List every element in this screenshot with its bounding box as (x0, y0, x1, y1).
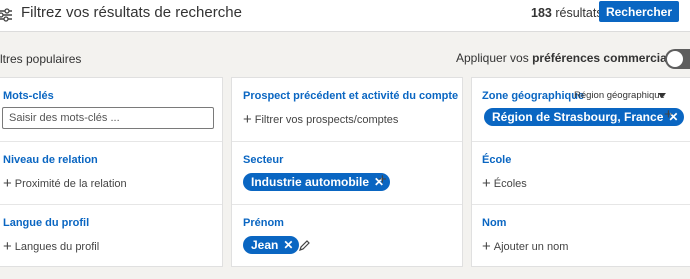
add-school[interactable]: + Écoles (482, 175, 527, 192)
filter-last-name: Nom + Ajouter un nom (472, 204, 690, 268)
filter-column-2: Prospect précédent et activité du compte… (231, 77, 463, 267)
results-label: résultats (555, 6, 603, 20)
first-name-chip[interactable]: Jean ✕ (243, 236, 300, 254)
add-last-name[interactable]: + Ajouter un nom (482, 238, 569, 255)
geography-type-dropdown[interactable]: Région géographique (574, 90, 665, 101)
caret-down-icon[interactable] (658, 93, 666, 98)
filter-title-last-name: Nom (482, 217, 507, 229)
filter-industry: Secteur Industrie automobile ✕ + (232, 141, 462, 204)
results-number: 183 (531, 6, 552, 20)
filter-sliders-icon (0, 8, 12, 22)
filter-geography: Zone géographique Région géographique Ré… (472, 78, 690, 141)
filter-title-school: École (482, 154, 512, 166)
add-relation-label: Proximité de la relation (14, 178, 127, 190)
geography-chip[interactable]: Région de Strasbourg, France ✕ (484, 108, 685, 126)
filter-header: Filtrez vos résultats de recherche 183 r… (0, 0, 690, 32)
industry-chip[interactable]: Industrie automobile ✕ (243, 173, 391, 191)
add-lead-filter[interactable]: + Filtrer vos prospects/comptes (243, 111, 399, 128)
filter-title-industry: Secteur (243, 154, 284, 166)
add-lead-filter-label: Filtrer vos prospects/comptes (254, 114, 399, 126)
filter-first-name: Prénom Jean ✕ (232, 204, 462, 268)
filter-title-language: Langue du profil (3, 217, 90, 229)
filter-title-first-name: Prénom (243, 217, 284, 229)
industry-chip-label: Industrie automobile (251, 175, 370, 189)
filter-school: École + Écoles (472, 141, 690, 204)
plus-icon: + (482, 238, 491, 255)
commercial-prefs-toggle[interactable] (665, 49, 690, 69)
filter-title-geography: Zone géographique (482, 90, 585, 102)
first-name-chip-label: Jean (251, 238, 279, 252)
commercial-prefs-label: Appliquer vos préférences commerciales (456, 51, 684, 65)
filter-lead-activity: Prospect précédent et activité du compte… (232, 78, 462, 141)
add-relation[interactable]: + Proximité de la relation (3, 175, 127, 192)
filter-title-lead-activity: Prospect précédent et activité du compte (243, 90, 459, 102)
add-school-label: Écoles (493, 178, 527, 190)
plus-icon: + (3, 238, 12, 255)
plus-icon: + (482, 175, 491, 192)
prefs-prefix: Appliquer vos (456, 51, 529, 65)
add-industry-plus-icon[interactable]: + (378, 171, 387, 188)
popular-filters-label: ltres populaires (0, 52, 82, 66)
results-count: 183 résultats (531, 6, 603, 20)
filter-title-relation: Niveau de relation (3, 154, 98, 166)
page-title: Filtrez vos résultats de recherche (21, 4, 242, 21)
add-last-name-label: Ajouter un nom (493, 241, 569, 253)
filter-column-3: Zone géographique Région géographique Ré… (471, 77, 690, 267)
filter-relation: Niveau de relation + Proximité de la rel… (0, 141, 222, 204)
toggle-knob (667, 51, 683, 67)
add-language-label: Langues du profil (14, 241, 100, 253)
filter-title-keywords: Mots-clés (3, 90, 54, 102)
prefs-bold: préférences commerciales (532, 51, 684, 65)
add-geography-plus-icon[interactable]: + (664, 106, 673, 123)
plus-icon: + (3, 175, 12, 192)
plus-icon: + (243, 111, 252, 128)
add-language[interactable]: + Langues du profil (3, 238, 100, 255)
close-icon[interactable]: ✕ (283, 238, 293, 252)
filter-language: Langue du profil + Langues du profil (0, 204, 222, 268)
keywords-input[interactable] (2, 107, 214, 129)
geography-chip-label: Région de Strasbourg, France (492, 110, 664, 124)
pencil-icon[interactable] (299, 240, 310, 251)
search-button[interactable]: Rechercher (599, 1, 679, 22)
filter-column-1: Mots-clés Niveau de relation + Proximité… (0, 77, 223, 267)
